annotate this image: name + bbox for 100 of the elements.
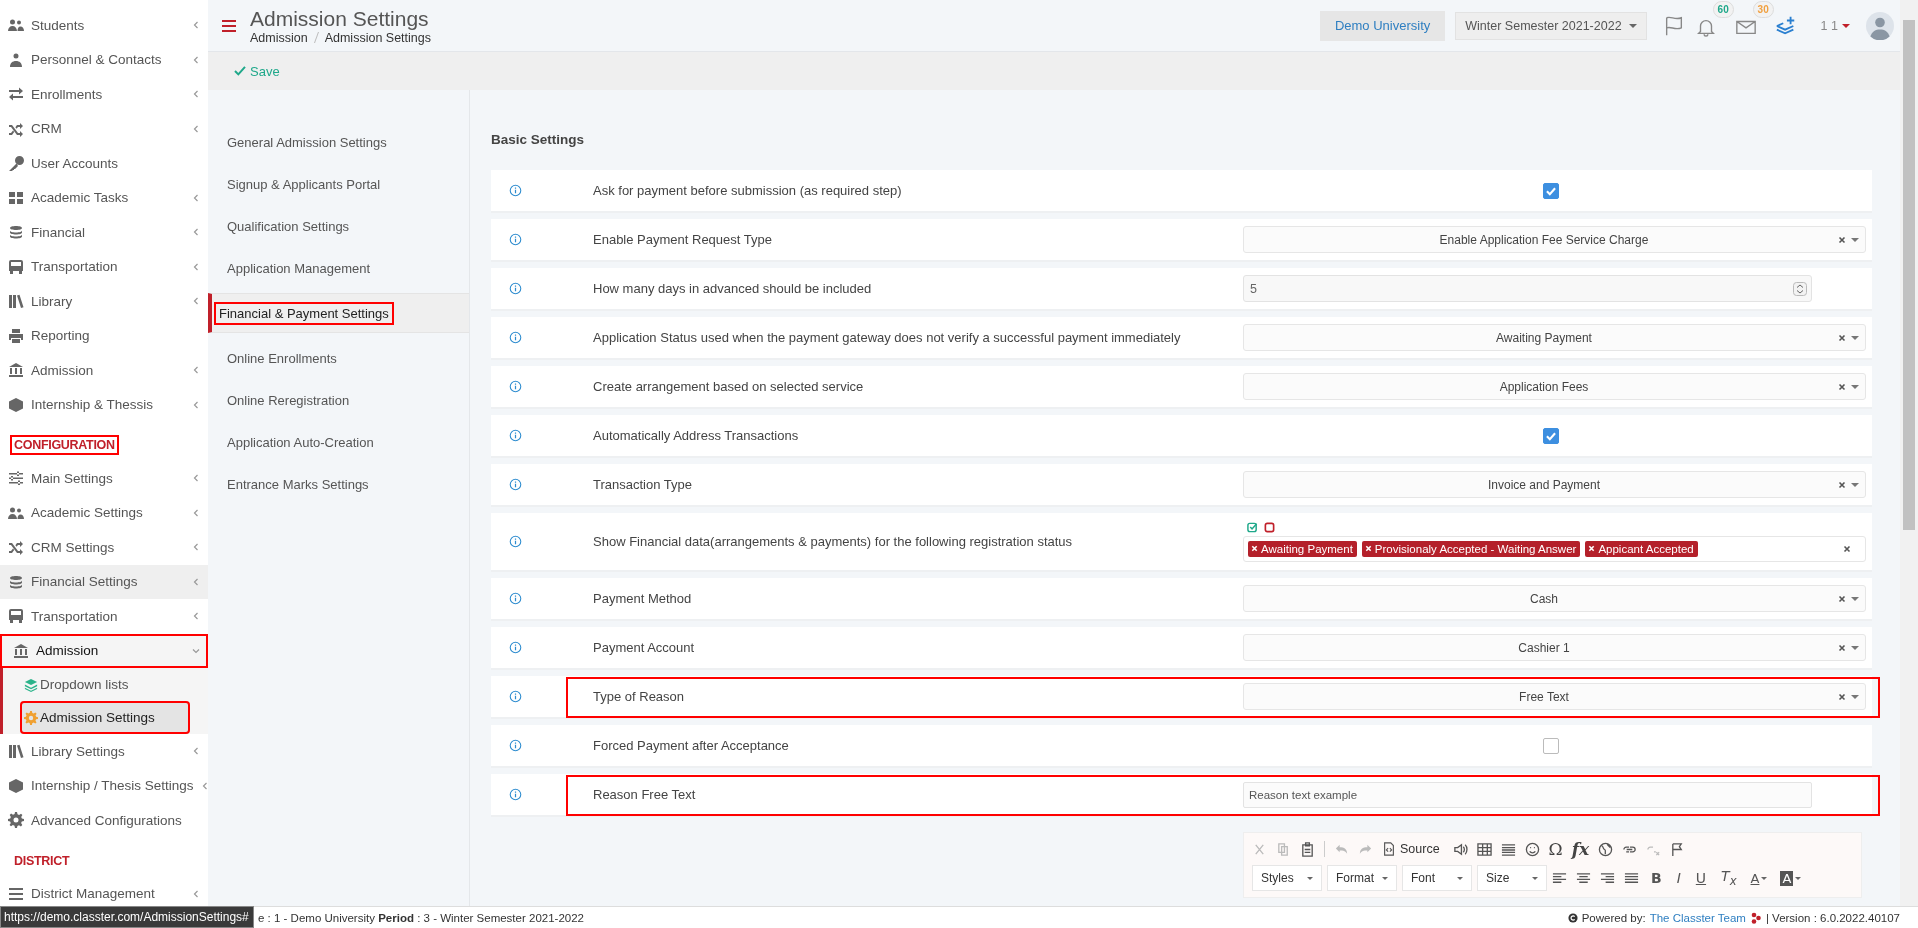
symbol-button[interactable]: fx bbox=[1571, 839, 1590, 859]
sidebar-item[interactable]: Reporting bbox=[0, 318, 208, 353]
sidebar-item[interactable]: Admission bbox=[0, 633, 208, 668]
format-button[interactable]: I bbox=[1673, 870, 1684, 886]
settings-menu-item[interactable]: Financial & Payment Settings bbox=[214, 301, 394, 325]
clear-icon[interactable] bbox=[1838, 333, 1846, 342]
editor-dropdown[interactable]: Font bbox=[1402, 865, 1472, 891]
select-field[interactable]: Application Fees bbox=[1243, 373, 1866, 400]
sidebar-item[interactable]: User Accounts bbox=[0, 146, 208, 181]
submenu-item[interactable]: Dropdown lists bbox=[20, 668, 206, 701]
clear-icon[interactable] bbox=[1838, 235, 1846, 244]
sidebar-item[interactable]: Enrollments bbox=[0, 77, 208, 112]
format-button[interactable]: T$_{x}$ bbox=[1718, 868, 1740, 888]
sidebar-item[interactable]: Admission bbox=[0, 353, 208, 388]
select-field[interactable]: Cashier 1 bbox=[1243, 634, 1866, 661]
submenu-item[interactable]: Admission Settings bbox=[20, 701, 190, 734]
checked-square-icon[interactable] bbox=[1247, 521, 1258, 533]
clipboard-icon[interactable] bbox=[1300, 841, 1315, 857]
scrollbar[interactable] bbox=[1900, 0, 1918, 906]
breadcrumb-link[interactable]: Admission bbox=[250, 30, 308, 45]
info-icon[interactable] bbox=[509, 233, 522, 246]
clear-icon[interactable] bbox=[1843, 544, 1851, 553]
settings-menu-item[interactable]: Online Reregistration bbox=[222, 388, 355, 412]
checkbox[interactable] bbox=[1543, 737, 1559, 754]
settings-menu-item[interactable]: Online Enrollments bbox=[222, 346, 342, 370]
settings-menu-item[interactable]: Application Auto-Creation bbox=[222, 430, 379, 454]
period-dropdown[interactable]: Winter Semester 2021-2022 bbox=[1455, 11, 1647, 40]
spinner-icon[interactable] bbox=[1793, 281, 1807, 296]
info-icon[interactable] bbox=[509, 184, 522, 197]
info-icon[interactable] bbox=[509, 535, 522, 548]
number-field[interactable]: 5 bbox=[1243, 275, 1812, 302]
align-icon[interactable] bbox=[1600, 870, 1615, 886]
breadcrumb-link[interactable]: Admission Settings bbox=[324, 30, 431, 45]
sidebar-item[interactable]: Transportation bbox=[0, 249, 208, 284]
sidebar-item[interactable]: Financial bbox=[0, 215, 208, 250]
sidebar-item[interactable]: Financial Settings bbox=[0, 564, 208, 599]
info-icon[interactable] bbox=[509, 331, 522, 344]
sidebar-item[interactable]: CRM bbox=[0, 111, 208, 146]
info-icon[interactable] bbox=[509, 429, 522, 442]
settings-menu-item[interactable]: General Admission Settings bbox=[222, 130, 392, 154]
clear-icon[interactable] bbox=[1838, 643, 1846, 652]
info-icon[interactable] bbox=[509, 690, 522, 703]
select-field[interactable]: Free Text bbox=[1243, 683, 1866, 710]
remove-icon[interactable] bbox=[1251, 545, 1258, 552]
settings-menu-item[interactable]: Qualification Settings bbox=[222, 214, 355, 238]
format-button[interactable]: B bbox=[1648, 870, 1665, 886]
clear-icon[interactable] bbox=[1838, 692, 1846, 701]
table-icon[interactable] bbox=[1476, 841, 1492, 857]
text-color-button[interactable]: A bbox=[1748, 870, 1770, 886]
settings-menu-item[interactable]: Signup & Applicants Portal bbox=[222, 172, 386, 196]
sidebar-item[interactable]: Main Settings bbox=[0, 461, 208, 496]
sidebar-item[interactable]: Advanced Configurations bbox=[0, 803, 208, 838]
tag[interactable]: Appicant Accepted bbox=[1585, 540, 1698, 557]
clear-icon[interactable] bbox=[1838, 382, 1846, 391]
sidebar-item[interactable]: Transportation bbox=[0, 599, 208, 634]
square-icon[interactable] bbox=[1264, 521, 1275, 533]
editor-dropdown[interactable]: Format bbox=[1327, 865, 1397, 891]
sidebar-item[interactable]: Personnel & Contacts bbox=[0, 42, 208, 77]
info-icon[interactable] bbox=[509, 380, 522, 393]
globe-icon[interactable] bbox=[1598, 841, 1614, 857]
source-button[interactable]: Source bbox=[1382, 842, 1444, 856]
remove-icon[interactable] bbox=[1364, 545, 1372, 552]
sidebar-item[interactable]: Internship / Thesis Settings bbox=[0, 768, 208, 803]
remove-icon[interactable] bbox=[1588, 545, 1596, 552]
menu-icon[interactable] bbox=[222, 19, 236, 32]
info-icon[interactable] bbox=[509, 592, 522, 605]
settings-menu-item[interactable]: Application Management bbox=[222, 256, 376, 280]
align-icon[interactable] bbox=[1576, 870, 1591, 886]
info-icon[interactable] bbox=[509, 788, 522, 801]
team-link[interactable]: The Classter Team bbox=[1649, 911, 1746, 924]
avatar-icon[interactable] bbox=[1866, 11, 1894, 40]
select-field[interactable]: Cash bbox=[1243, 585, 1866, 612]
symbol-button[interactable]: Ω bbox=[1548, 839, 1563, 859]
settings-menu-item[interactable]: Entrance Marks Settings bbox=[222, 472, 374, 496]
select-field[interactable]: Awaiting Payment bbox=[1243, 324, 1866, 351]
speaker-icon[interactable] bbox=[1452, 841, 1468, 857]
sidebar-item[interactable]: Students bbox=[0, 8, 208, 43]
info-icon[interactable] bbox=[509, 739, 522, 752]
editor-dropdown[interactable]: Size bbox=[1477, 865, 1547, 891]
sidebar-item[interactable]: Internship & Thessis bbox=[0, 387, 208, 422]
tags-field[interactable]: Awaiting Payment Provisionaly Accepted - Waiting Answer Appicant Accepted bbox=[1243, 535, 1866, 562]
tag[interactable]: Provisionaly Accepted - Waiting Answer bbox=[1361, 540, 1581, 557]
layers-plus-icon[interactable] bbox=[1774, 14, 1797, 37]
tag[interactable]: Awaiting Payment bbox=[1248, 540, 1357, 557]
sidebar-item[interactable]: District Management bbox=[0, 876, 208, 906]
copy-icon[interactable] bbox=[1276, 841, 1291, 857]
sidebar-item[interactable]: Academic Tasks bbox=[0, 180, 208, 215]
align-icon[interactable] bbox=[1552, 870, 1567, 886]
horizontal-lines-icon[interactable] bbox=[1500, 841, 1516, 857]
institution-button[interactable]: Demo University bbox=[1319, 10, 1446, 41]
sidebar-item[interactable]: CRM Settings bbox=[0, 530, 208, 565]
format-button[interactable]: U bbox=[1692, 870, 1710, 886]
sidebar-item[interactable]: Library bbox=[0, 284, 208, 319]
select-field[interactable]: Invoice and Payment bbox=[1243, 471, 1866, 498]
clear-icon[interactable] bbox=[1838, 480, 1846, 489]
sidebar-item[interactable]: Library Settings bbox=[0, 734, 208, 769]
select-field[interactable]: Enable Application Fee Service Charge bbox=[1243, 226, 1866, 253]
align-icon[interactable] bbox=[1624, 870, 1639, 886]
checkbox[interactable] bbox=[1543, 182, 1559, 199]
editor-dropdown[interactable]: Styles bbox=[1252, 865, 1322, 891]
